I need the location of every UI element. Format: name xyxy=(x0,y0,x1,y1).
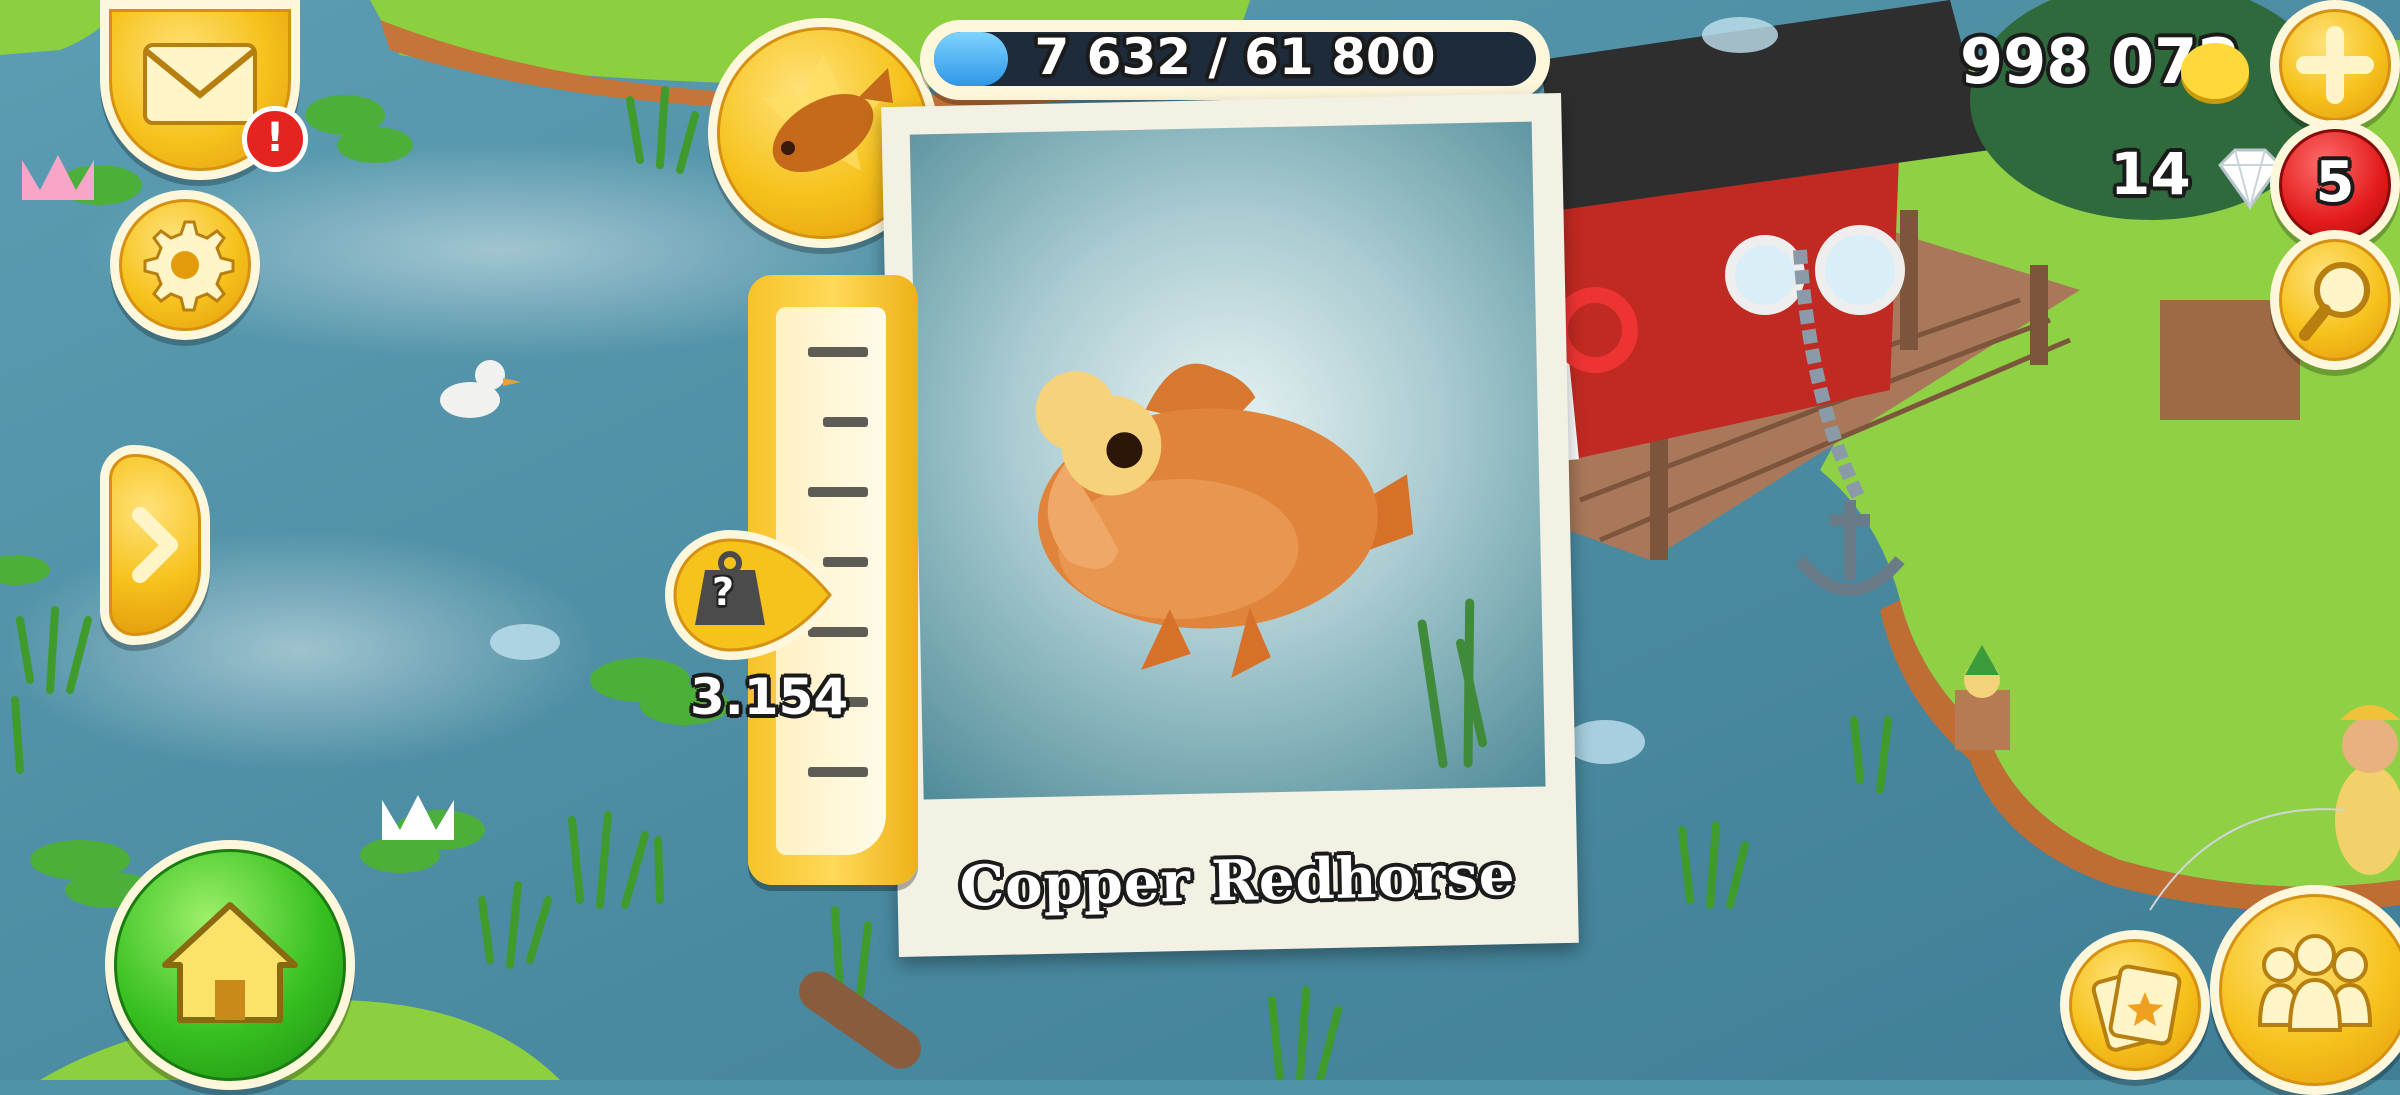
cards-button[interactable] xyxy=(2060,930,2210,1080)
cards-icon xyxy=(2091,964,2182,1052)
home-button[interactable] xyxy=(105,840,355,1090)
search-button[interactable] xyxy=(2270,230,2400,370)
fish-weight-value: 3.154 xyxy=(690,668,849,726)
diamond-offer-count: 5 xyxy=(2315,150,2355,215)
friends-icon xyxy=(2257,934,2373,1032)
friends-button[interactable] xyxy=(2210,885,2400,1095)
fish-illustration xyxy=(1035,363,1488,769)
fish-name-label: Copper Redhorse xyxy=(958,842,1517,920)
diamond-count: 14 xyxy=(2110,140,2191,208)
gear-icon xyxy=(143,220,235,312)
expand-menu-button[interactable] xyxy=(100,445,210,645)
coin-icon xyxy=(2181,43,2249,104)
xp-progress-label: 7 632 / 61 800 xyxy=(1034,28,1436,86)
weight-unknown-mark: ? xyxy=(712,570,735,614)
plus-icon xyxy=(2296,26,2374,104)
catch-photo xyxy=(909,121,1546,800)
settings-button[interactable] xyxy=(110,190,260,340)
mail-alert-badge: ! xyxy=(242,106,308,172)
xp-progress-bar: 7 632 / 61 800 xyxy=(920,20,1550,100)
chevron-right-icon xyxy=(132,507,178,583)
add-currency-button[interactable] xyxy=(2270,0,2400,130)
house-icon xyxy=(162,902,298,1023)
weight-badge xyxy=(665,530,845,660)
magnifier-icon xyxy=(2299,262,2370,341)
catch-photo-card: Copper Redhorse xyxy=(881,92,1579,958)
